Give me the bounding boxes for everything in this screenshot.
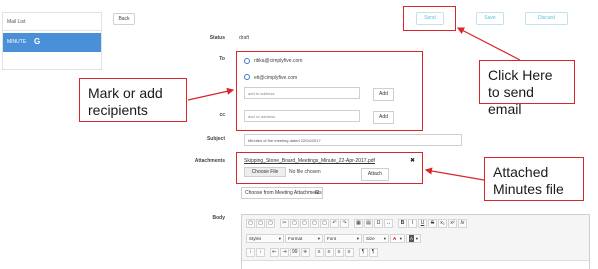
recipients-arrow [187,87,235,101]
annotation-arrows [187,27,521,181]
attached-arrow [424,167,485,181]
send-arrow [456,27,521,61]
